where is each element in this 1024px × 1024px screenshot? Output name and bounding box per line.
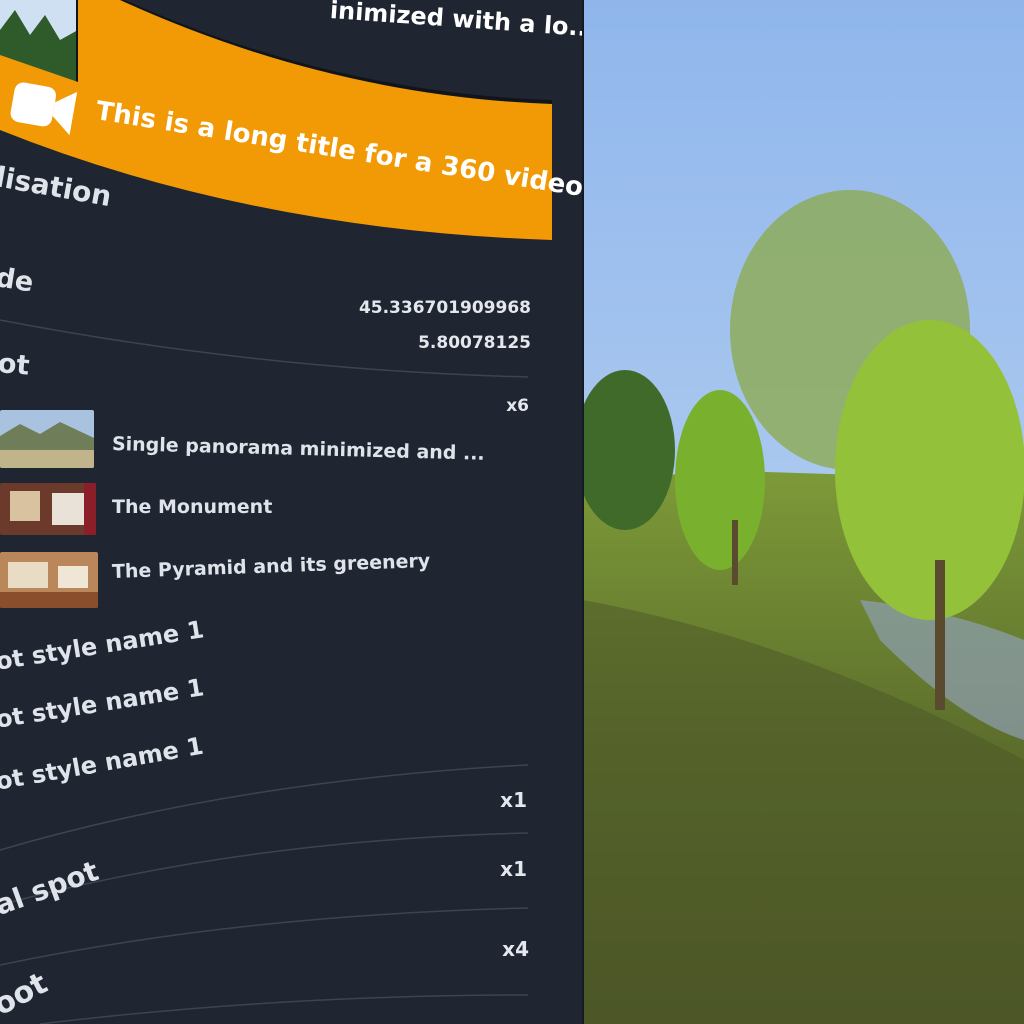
count-value: x1 <box>500 788 527 812</box>
vr-info-panel: inimized with a lo... This is a long tit… <box>0 0 583 1024</box>
video-camera-icon <box>10 82 78 136</box>
section-altitude-label: de <box>0 262 36 299</box>
section-hotspot-label: ot <box>0 348 31 382</box>
panel-edge <box>582 0 584 1024</box>
count-value: x4 <box>502 937 529 961</box>
selected-item-background[interactable] <box>0 0 583 250</box>
latitude-value: 45.336701909968 <box>358 298 531 318</box>
link-thumbnail[interactable] <box>0 483 96 535</box>
link-thumbnail[interactable] <box>0 410 94 468</box>
longitude-value: 5.80078125 <box>418 333 531 353</box>
link-title[interactable]: The Monument <box>112 496 272 518</box>
count-value: x1 <box>500 857 527 881</box>
link-thumbnail[interactable] <box>0 552 98 608</box>
hotspot-count: x6 <box>506 396 529 416</box>
